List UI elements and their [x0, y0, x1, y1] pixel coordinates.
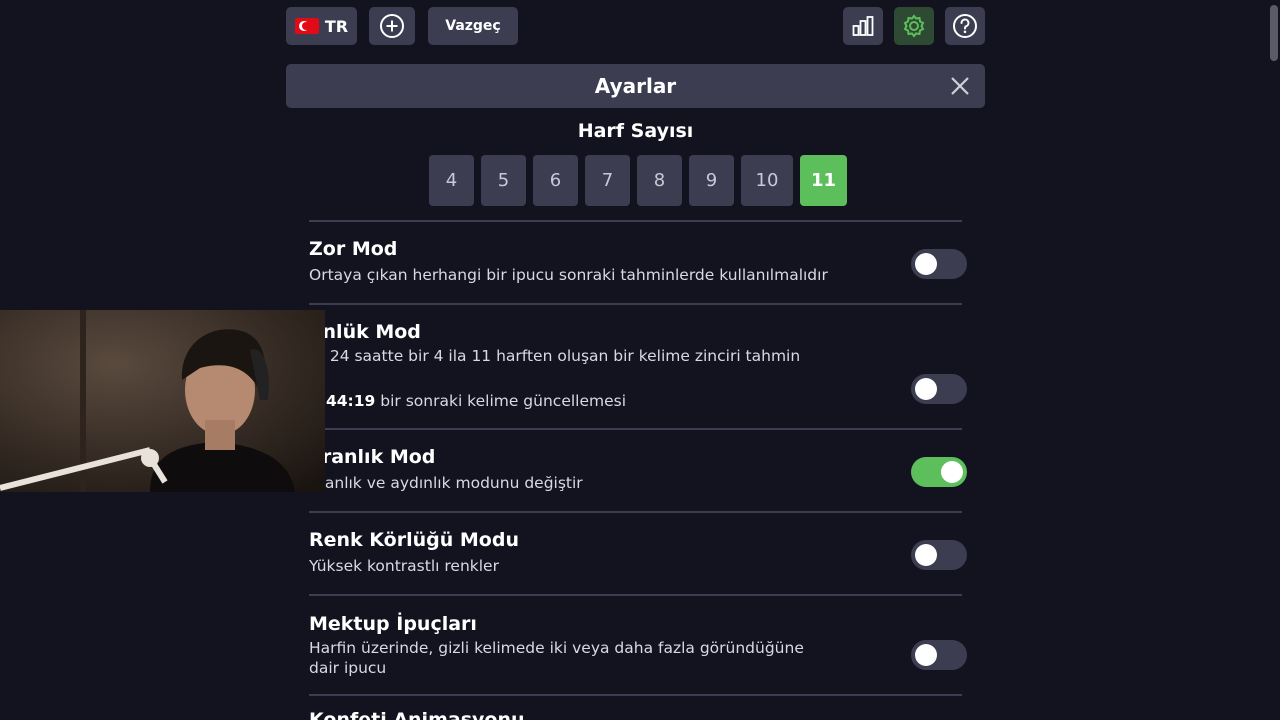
help-button[interactable]: [945, 7, 985, 45]
webcam-overlay: [0, 310, 325, 492]
divider: [309, 220, 962, 222]
setting-confetti: Konfeti Animasyonu: [309, 708, 969, 720]
letter-hints-toggle[interactable]: [911, 640, 967, 670]
settings-header: Ayarlar: [286, 64, 985, 108]
toggle-knob: [915, 378, 937, 400]
settings-button[interactable]: [894, 7, 934, 45]
toggle-knob: [915, 253, 937, 275]
gear-icon: [903, 14, 925, 38]
setting-title: ünlük Mod: [309, 321, 421, 343]
letter-count-7[interactable]: 7: [585, 155, 630, 206]
letter-count-6[interactable]: 6: [533, 155, 578, 206]
color-blind-mode-toggle[interactable]: [911, 540, 967, 570]
setting-title: Renk Körlüğü Modu: [309, 529, 519, 551]
setting-description: Harfin üzerinde, gizli kelimede iki veya…: [309, 639, 804, 677]
setting-title: Konfeti Animasyonu: [309, 709, 525, 720]
webcam-person-image: [0, 310, 325, 492]
setting-hard-mode: Zor Mod Ortaya çıkan herhangi bir ipucu …: [309, 237, 969, 285]
app-root: TR Vazgeç Ayarlar Harf Sayısı 4 5 6 7 8 …: [0, 0, 1280, 720]
letter-count-11[interactable]: 11: [800, 155, 847, 206]
divider: [309, 511, 962, 513]
toggle-knob: [915, 544, 937, 566]
divider: [309, 694, 962, 696]
letter-count-title: Harf Sayısı: [577, 120, 694, 142]
daily-timer-line: 0:44:19 bir sonraki kelime güncellemesi: [309, 391, 969, 411]
setting-title: Zor Mod: [309, 238, 398, 260]
divider: [309, 428, 962, 430]
daily-mode-toggle[interactable]: [911, 374, 967, 404]
setting-letter-hints: Mektup İpuçları Harfin üzerinde, gizli k…: [309, 612, 969, 678]
setting-description: er 24 saatte bir 4 ila 11 harften oluşan…: [309, 347, 801, 385]
toggle-knob: [915, 644, 937, 666]
setting-title: Mektup İpuçları: [309, 613, 477, 635]
divider: [309, 303, 962, 305]
scrollbar-thumb[interactable]: [1270, 5, 1278, 61]
setting-description: Ortaya çıkan herhangi bir ipucu sonraki …: [309, 266, 828, 284]
settings-title: Ayarlar: [594, 74, 677, 98]
letter-count-9[interactable]: 9: [689, 155, 734, 206]
daily-timer-suffix: bir sonraki kelime güncellemesi: [380, 392, 627, 410]
letter-count-4[interactable]: 4: [429, 155, 474, 206]
letter-count-10[interactable]: 10: [741, 155, 793, 206]
add-button[interactable]: [369, 7, 415, 45]
close-icon[interactable]: [949, 75, 971, 97]
dark-mode-toggle[interactable]: [911, 457, 967, 487]
language-label: TR: [324, 16, 349, 36]
divider: [309, 594, 962, 596]
setting-daily-mode: ünlük Mod er 24 saatte bir 4 ila 11 harf…: [309, 320, 969, 411]
letter-count-8[interactable]: 8: [637, 155, 682, 206]
scrollbar[interactable]: [1268, 0, 1280, 720]
bar-chart-icon: [852, 16, 874, 36]
statistics-button[interactable]: [843, 7, 883, 45]
setting-description: aranlık ve aydınlık modunu değiştir: [309, 474, 583, 492]
language-button[interactable]: TR: [286, 7, 357, 45]
turkey-flag-icon: [294, 18, 319, 34]
setting-dark-mode: aranlık Mod aranlık ve aydınlık modunu d…: [309, 445, 969, 493]
plus-circle-icon: [380, 14, 404, 38]
cancel-button[interactable]: Vazgeç: [428, 7, 518, 45]
hard-mode-toggle[interactable]: [911, 249, 967, 279]
setting-color-blind-mode: Renk Körlüğü Modu Yüksek kontrastlı renk…: [309, 528, 969, 576]
setting-title: aranlık Mod: [309, 446, 436, 468]
question-circle-icon: [953, 14, 977, 38]
toggle-knob: [941, 461, 963, 483]
letter-count-options: 4 5 6 7 8 9 10 11: [429, 155, 847, 206]
setting-description: Yüksek kontrastlı renkler: [309, 557, 499, 575]
letter-count-5[interactable]: 5: [481, 155, 526, 206]
